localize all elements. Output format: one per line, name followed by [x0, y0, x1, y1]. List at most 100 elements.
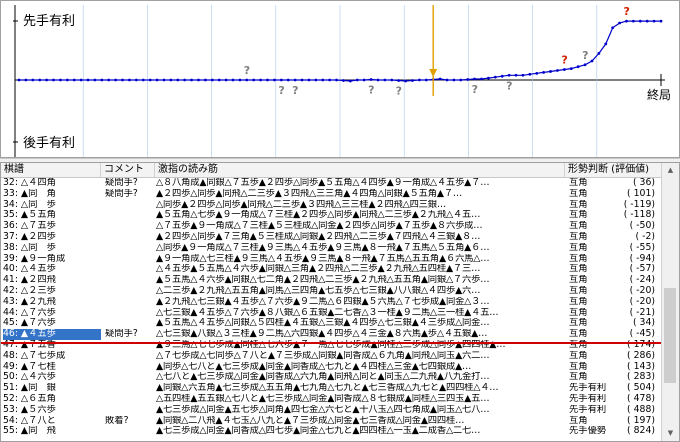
- evaluation-point: [134, 78, 138, 82]
- reading-line-cell: △七三銀▲八銀△３三桂▲９二馬△六四銀▲４四歩△４三金▲８六馬▲歩△４五銀▲…: [156, 329, 488, 340]
- questionable-move-mark: ?: [396, 84, 402, 97]
- evaluation-point: [128, 78, 131, 82]
- evaluation-point: [79, 78, 83, 82]
- table-row[interactable]: 46: ▲４五歩 疑問手? △七三銀▲八銀△３三桂▲９二馬△六四銀▲４四歩△４三金▲…: [1, 329, 663, 340]
- table-row[interactable]: 48: △７七歩成 △７七歩成△七同歩△７八と▲７三歩成△同銀▲同香成△６九角▲同…: [1, 351, 663, 362]
- judgement-cell: 互角: [569, 350, 588, 361]
- judgement-cell: 互角: [569, 210, 588, 221]
- table-row[interactable]: 50: △４六歩 △七八と▲七三歩成△同金▲同香成△六九角▲同飛△同と▲同玉△二九…: [1, 372, 663, 383]
- judgement-cell: 先手有利: [569, 383, 607, 394]
- evaluation-point: [190, 78, 193, 82]
- evaluation-point: [549, 70, 552, 73]
- evaluation-point: [245, 78, 249, 82]
- scroll-thumb[interactable]: [664, 288, 676, 383]
- evaluation-value-cell: ( 143): [627, 361, 655, 372]
- evaluation-point: [24, 78, 28, 82]
- table-row[interactable]: 49: ▲７七桂 ▲同歩△七八と▲七三歩成▲同金▲同香成△七九と▲４四桂△三金▲七…: [1, 362, 663, 373]
- questionable-move-mark: ?: [368, 84, 374, 97]
- questionable-move-mark: ?: [292, 84, 298, 97]
- table-row[interactable]: 45: ▲７六歩 ▲５五馬△４五歩△同銀△５四桂▲４五銀△三銀▲４四歩△七三銀▲４…: [1, 318, 663, 329]
- header-judgement[interactable]: 形勢判断 (評価値): [565, 163, 663, 177]
- comment-cell: 敗着?: [105, 415, 129, 426]
- comment-cell: 疑問手?: [105, 188, 138, 199]
- evaluation-point: [114, 78, 118, 82]
- evaluation-point: [210, 78, 214, 82]
- evaluation-value-cell: ( 197): [627, 415, 655, 426]
- judgement-cell: 互角: [569, 372, 588, 383]
- table-row[interactable]: 32: △４四角 疑問手? △８八角成▲同銀△７五歩▲２四歩△同歩▲５五角△４四歩▲…: [1, 178, 663, 189]
- evaluation-point: [52, 78, 55, 82]
- table-row[interactable]: 37: ▲２四歩 ▲２四歩△同歩▲７三角▲５三桂成△同銀▲２四飛△二三歩▲７四飛△…: [1, 232, 663, 243]
- table-row[interactable]: 35: ▲５五角 ▲５五角△七歩▲９一角成△７三桂▲２四歩△同歩▲同飛△二三歩▲２…: [1, 210, 663, 221]
- table-row[interactable]: 39: ▲９一角成 ▲９一角成△七三桂▲９三馬△４五歩▲９三馬▲８一飛▲７五馬△五…: [1, 254, 663, 265]
- evaluation-point: [286, 78, 290, 82]
- comment-cell: [105, 297, 153, 308]
- graph-gridlines: [82, 5, 598, 157]
- table-row[interactable]: 55: ▲同 飛 ▲七三歩成△同金▲同香成△四七歩▲同金△七九と▲四四桂△一玉▲二…: [1, 426, 663, 437]
- reading-line-cell: ▲七三歩成△同金▲五七歩△同角▲四七金△六七と▲十八玉△四七角成▲同玉△七八…: [156, 404, 490, 415]
- reading-line-cell: ▲２四歩△同歩▲同飛△二三歩▲３四飛△三三角▲４四角△同銀▲５五角▲７…: [156, 188, 463, 199]
- judgement-cell: 互角: [569, 361, 588, 372]
- table-row[interactable]: 34: △同 歩 △同歩▲２四歩△同歩▲同飛△二三歩▲３四飛△三三桂▲２四飛△四三…: [1, 200, 663, 211]
- table-row[interactable]: 33: ▲同 角 疑問手? ▲２四歩△同歩▲同飛△二三歩▲３四飛△三三角▲４四角△同…: [1, 189, 663, 200]
- move-cell: 42: △２三歩: [3, 285, 56, 296]
- current-position-line: [1, 342, 663, 344]
- evaluation-point: [542, 71, 546, 74]
- table-row[interactable]: 52: △６五角 △五四桂▲五五銀△七八と▲七三歩成△同金▲同香成△８七銀成▲同桂…: [1, 394, 663, 405]
- evaluation-graph[interactable]: ?????????? 先手有利 後手有利 終局: [0, 0, 680, 158]
- table-row[interactable]: 51: ▲同 銀 ▲同銀△六五角▲七三歩成△五五角▲七九角△七九と▲七三香成△九七…: [1, 383, 663, 394]
- evaluation-value-cell: ( 504): [627, 383, 655, 394]
- evaluation-point: [487, 76, 490, 80]
- table-row[interactable]: 44: △７六歩 △七三銀▲４五歩△７六歩▲８八銀△６五銀▲二七香△３一桂▲９二馬…: [1, 308, 663, 319]
- reading-line-cell: △二三歩▲２九飛△五五角▲同馬△三四角▲七五歩△七三銀▲八八銀△４四歩▲六…: [156, 285, 481, 296]
- evaluation-point: [121, 78, 124, 82]
- header-reading-line[interactable]: 激指の読み筋: [155, 163, 565, 177]
- scroll-up-icon[interactable]: ▲: [662, 163, 679, 178]
- reading-line-cell: △７七歩成△七同歩△７八と▲７三歩成△同銀▲同香成△６九角▲同飛△同玉▲六二…: [156, 350, 490, 361]
- header-comment[interactable]: コメント: [101, 163, 155, 177]
- questionable-move-mark: ?: [244, 64, 250, 77]
- table-row[interactable]: 53: ▲５六歩 ▲七三歩成△同金▲五七歩△同角▲四七金△六七と▲十八玉△四七角成…: [1, 405, 663, 416]
- evaluation-point: [376, 78, 380, 82]
- table-row[interactable]: 40: △４五歩 △４五歩▲５五馬△４六歩▲同銀△三角▲２四飛△二三歩▲２九飛△五…: [1, 264, 663, 275]
- evaluation-point: [569, 67, 573, 70]
- questionable-move-mark: ?: [506, 79, 512, 92]
- judgement-cell: 互角: [569, 307, 588, 318]
- evaluation-value-cell: ( -57): [629, 264, 655, 275]
- evaluation-point: [321, 78, 325, 82]
- evaluation-point: [259, 78, 263, 82]
- table-row[interactable]: 54: △７八と 敗着? ▲同銀△二八飛▲４七玉△八九と▲７三歩成△同金▲七三香成△…: [1, 416, 663, 427]
- reading-line-cell: ▲５五馬△４六歩▲同銀△七二角▲２四飛△二三歩▲２九飛△五五角▲同銀△７六歩…: [156, 275, 490, 286]
- move-cell: 40: △４五歩: [3, 264, 56, 275]
- header-move[interactable]: 棋譜: [1, 163, 101, 177]
- move-cell: 55: ▲同 飛: [3, 426, 56, 437]
- comment-cell: [105, 426, 153, 437]
- judgement-cell: 互角: [569, 285, 588, 296]
- scroll-down-icon[interactable]: ▼: [662, 426, 679, 441]
- comment-cell: [105, 362, 153, 373]
- table-row[interactable]: 41: ▲２四飛 ▲５五馬△４六歩▲同銀△七二角▲２四飛△二三歩▲２九飛△五五角▲…: [1, 275, 663, 286]
- reading-line-cell: ▲同歩△七八と▲七三歩成▲同金▲同香成△七九と▲４四桂△三金▲七四銀成▲…: [156, 361, 472, 372]
- table-row[interactable]: 36: △７五歩 △７五歩▲９一角成△７三桂▲５三桂成△同金▲２四歩△同歩▲７五歩…: [1, 221, 663, 232]
- table-row[interactable]: 38: △同 歩 △同歩▲９一角成△７三桂▲９三馬△４五歩▲９三馬▲８一飛▲７五馬…: [1, 243, 663, 254]
- judgement-cell: 互角: [569, 188, 588, 199]
- evaluation-value-cell: ( 488): [627, 404, 655, 415]
- label-gote: 後手有利: [23, 135, 75, 150]
- table-row[interactable]: 43: ▲２九飛 ▲２九飛△七三銀▲４五歩△７六歩▲９二馬△６四銀▲５六馬△７七歩…: [1, 297, 663, 308]
- questionable-move-mark: ?: [582, 49, 588, 62]
- evaluation-point: [17, 78, 21, 82]
- evaluation-point: [59, 78, 62, 82]
- evaluation-value-cell: ( 478): [627, 393, 655, 404]
- table-row[interactable]: 42: △２三歩 △二三歩▲２九飛△五五角▲同馬△三四角▲七五歩△七三銀▲八八銀△…: [1, 286, 663, 297]
- evaluation-point: [238, 78, 242, 82]
- evaluation-point: [493, 75, 497, 79]
- evaluation-point: [162, 78, 166, 82]
- move-cell: 36: △７五歩: [3, 221, 56, 232]
- label-sente: 先手有利: [23, 13, 75, 28]
- move-cell: 50: △４六歩: [3, 372, 56, 383]
- table-rows: 32: △４四角 疑問手? △８八角成▲同銀△７五歩▲２四歩△同歩▲５五角△４四歩▲…: [1, 178, 663, 437]
- move-analysis-table[interactable]: 棋譜 コメント 激指の読み筋 形勢判断 (評価値) 32: △４四角 疑問手? △８…: [0, 162, 680, 442]
- bad-move-mark: ?: [623, 5, 629, 18]
- vertical-scrollbar[interactable]: ▲ ▼: [661, 163, 679, 441]
- reading-line-cell: △４五歩▲５五馬△４六歩▲同銀△三角▲２四飛△二三歩▲２九飛△五四桂▲７三…: [156, 264, 481, 275]
